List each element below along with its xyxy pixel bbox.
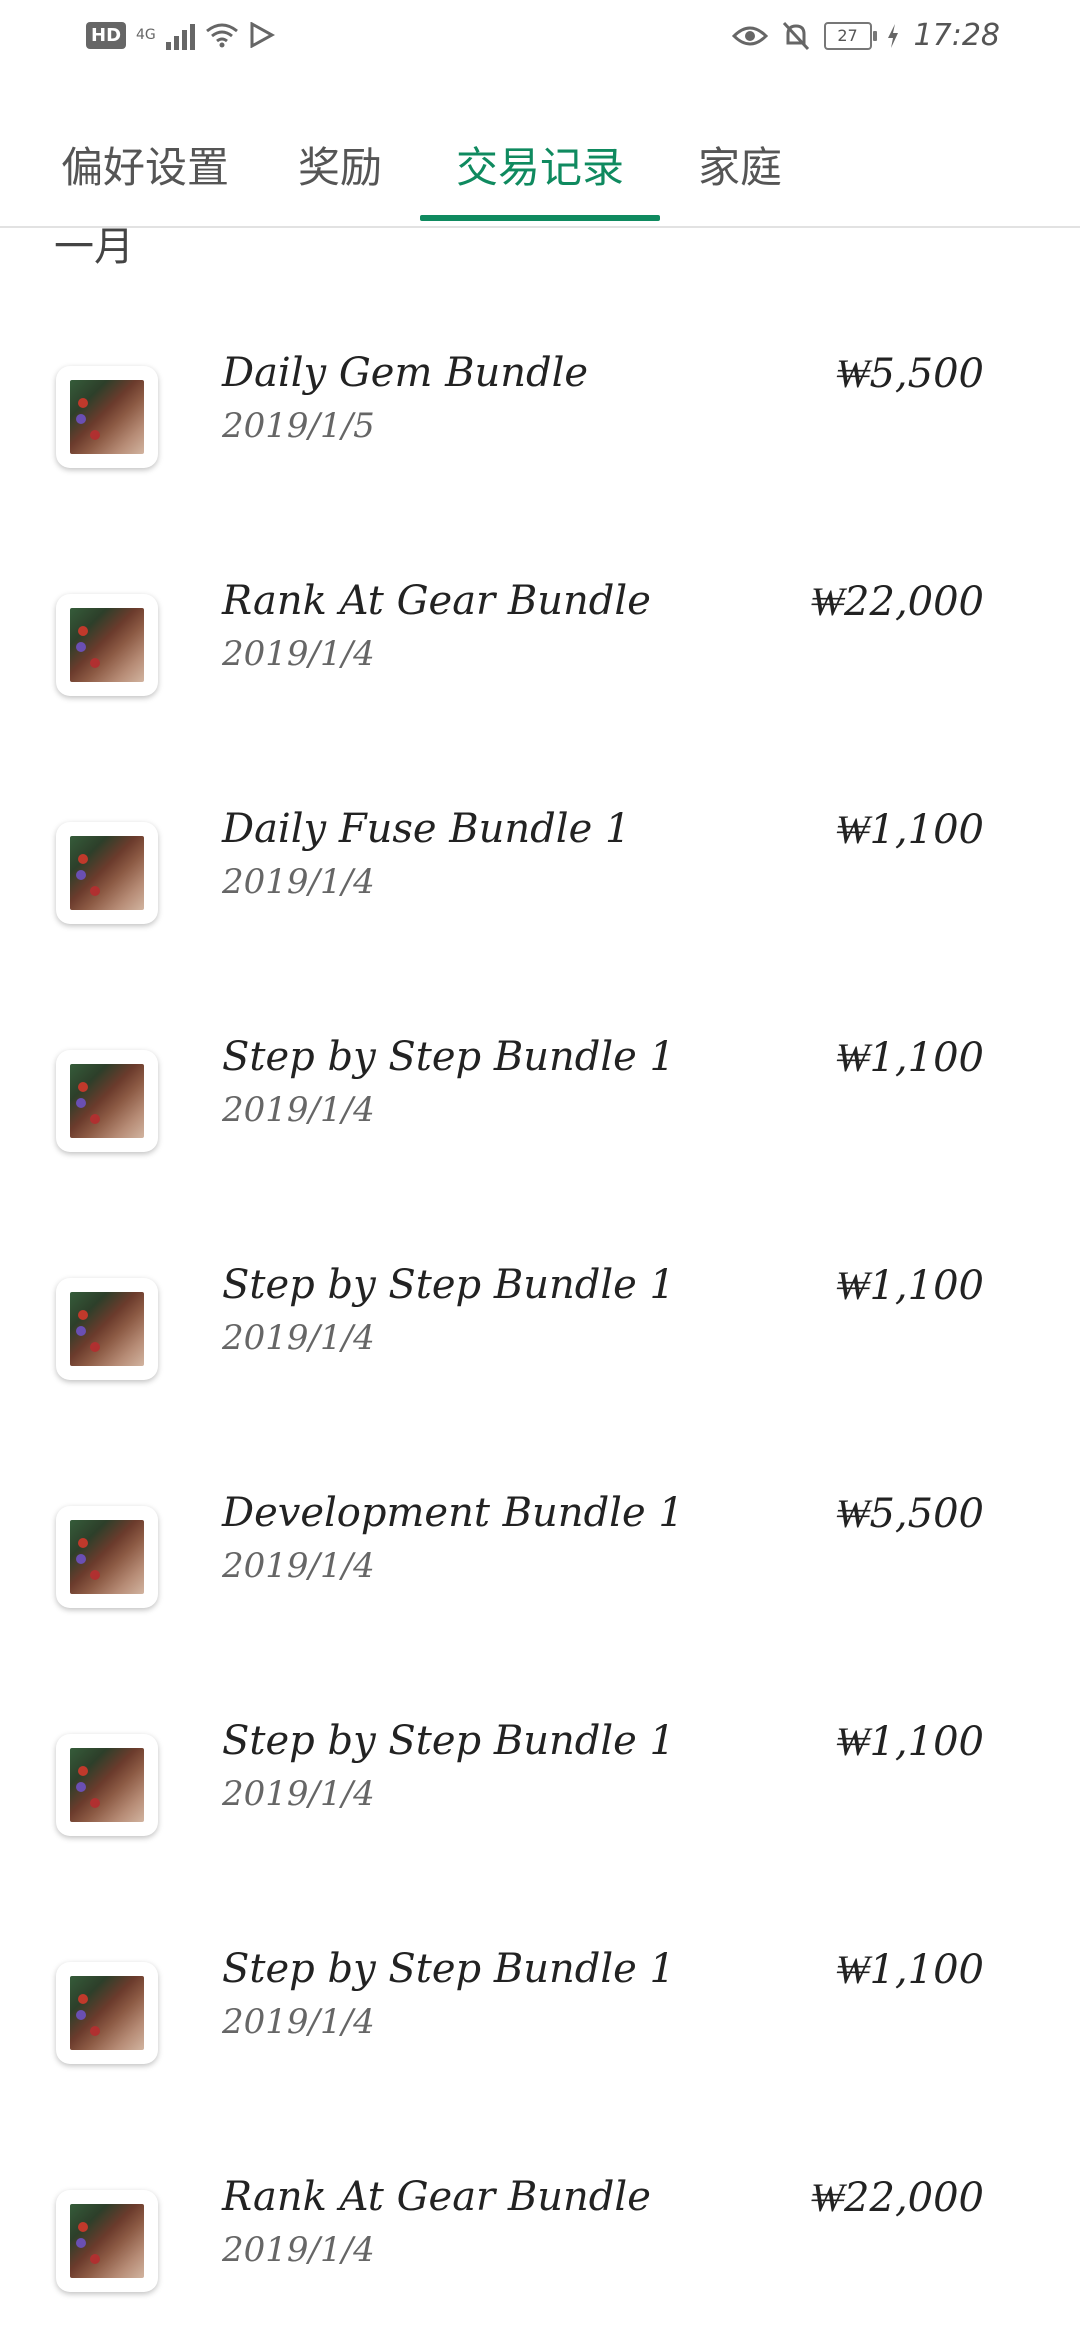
battery-level: 27 xyxy=(837,25,858,45)
transaction-date: 2019/1/4 xyxy=(222,1774,375,1814)
transaction-price: ₩1,100 xyxy=(836,1719,984,1765)
clock: 17:28 xyxy=(913,18,1000,53)
active-tab-indicator xyxy=(420,215,660,221)
charging-icon xyxy=(887,23,898,48)
status-right: 27 17:28 xyxy=(731,18,1000,53)
app-thumbnail xyxy=(70,380,144,454)
tab-label: 交易记录 xyxy=(455,143,624,192)
eye-icon xyxy=(731,26,768,45)
transaction-row[interactable]: Step by Step Bundle 1 2019/1/4 ₩1,100 xyxy=(0,1668,1080,1896)
wifi-icon xyxy=(205,23,238,48)
transaction-row[interactable]: Daily Gem Bundle 2019/1/5 ₩5,500 xyxy=(0,300,1080,528)
transaction-row[interactable]: Step by Step Bundle 1 2019/1/4 ₩1,100 xyxy=(0,1212,1080,1440)
transaction-row[interactable]: Development Bundle 1 2019/1/4 ₩5,500 xyxy=(0,1440,1080,1668)
transaction-date: 2019/1/5 xyxy=(222,406,375,446)
transaction-price: ₩22,000 xyxy=(810,579,984,625)
transaction-title: Rank At Gear Bundle xyxy=(222,2174,651,2220)
status-left: HD 4G xyxy=(86,20,275,50)
app-icon xyxy=(56,1734,158,1836)
app-thumbnail xyxy=(70,608,144,682)
app-icon xyxy=(56,1050,158,1152)
app-icon xyxy=(56,1962,158,2064)
tab-label: 偏好设置 xyxy=(60,143,229,192)
battery-icon: 27 xyxy=(823,21,877,50)
tab-label: 家庭 xyxy=(697,143,782,192)
tab-preferences[interactable]: 偏好设置 xyxy=(40,120,250,226)
play-store-icon xyxy=(250,22,275,48)
tab-label: 奖励 xyxy=(297,143,382,192)
signal-icon xyxy=(165,20,195,50)
app-icon xyxy=(56,594,158,696)
app-icon xyxy=(56,1506,158,1608)
transaction-row[interactable]: Rank At Gear Bundle 2019/1/4 ₩22,000 xyxy=(0,528,1080,756)
transaction-price: ₩5,500 xyxy=(836,351,984,397)
transaction-title: Step by Step Bundle 1 xyxy=(222,1718,676,1764)
network-type: 4G xyxy=(136,27,156,43)
transaction-row[interactable]: Rank At Gear Bundle 2019/1/4 ₩22,000 xyxy=(0,2124,1080,2352)
tab-bar: 偏好设置 奖励 交易记录 家庭 xyxy=(0,110,1080,228)
transaction-date: 2019/1/4 xyxy=(222,634,375,674)
transaction-title: Step by Step Bundle 1 xyxy=(222,1946,676,1992)
mute-bell-icon xyxy=(782,21,809,50)
transaction-date: 2019/1/4 xyxy=(222,1318,375,1358)
app-icon xyxy=(56,822,158,924)
transaction-price: ₩5,500 xyxy=(836,1491,984,1537)
transaction-date: 2019/1/4 xyxy=(222,2002,375,2042)
transaction-title: Daily Fuse Bundle 1 xyxy=(222,806,631,852)
tab-transactions[interactable]: 交易记录 xyxy=(420,120,660,226)
transaction-date: 2019/1/4 xyxy=(222,862,375,902)
month-section-label: 一月 xyxy=(54,224,134,270)
app-icon xyxy=(56,2190,158,2292)
app-thumbnail xyxy=(70,1520,144,1594)
transaction-title: Rank At Gear Bundle xyxy=(222,578,651,624)
transaction-date: 2019/1/4 xyxy=(222,1546,375,1586)
transaction-price: ₩22,000 xyxy=(810,2175,984,2221)
hd-indicator: HD xyxy=(86,21,127,49)
app-icon xyxy=(56,1278,158,1380)
transaction-title: Development Bundle 1 xyxy=(222,1490,684,1536)
tab-rewards[interactable]: 奖励 xyxy=(280,120,400,226)
transaction-list: Daily Gem Bundle 2019/1/5 ₩5,500 Rank At… xyxy=(0,300,1080,2352)
transaction-date: 2019/1/4 xyxy=(222,2230,375,2270)
transaction-price: ₩1,100 xyxy=(836,1035,984,1081)
tab-family[interactable]: 家庭 xyxy=(680,120,800,226)
transaction-price: ₩1,100 xyxy=(836,1947,984,1993)
transaction-price: ₩1,100 xyxy=(836,1263,984,1309)
transaction-title: Daily Gem Bundle xyxy=(222,350,589,396)
transaction-row[interactable]: Daily Fuse Bundle 1 2019/1/4 ₩1,100 xyxy=(0,756,1080,984)
transaction-price: ₩1,100 xyxy=(836,807,984,853)
transaction-title: Step by Step Bundle 1 xyxy=(222,1034,676,1080)
status-bar: HD 4G 27 17:28 xyxy=(0,0,1080,80)
app-thumbnail xyxy=(70,1748,144,1822)
transaction-date: 2019/1/4 xyxy=(222,1090,375,1130)
transaction-row[interactable]: Step by Step Bundle 1 2019/1/4 ₩1,100 xyxy=(0,984,1080,1212)
app-icon xyxy=(56,366,158,468)
app-thumbnail xyxy=(70,836,144,910)
app-thumbnail xyxy=(70,1064,144,1138)
app-thumbnail xyxy=(70,1976,144,2050)
app-thumbnail xyxy=(70,1292,144,1366)
transaction-row[interactable]: Step by Step Bundle 1 2019/1/4 ₩1,100 xyxy=(0,1896,1080,2124)
app-thumbnail xyxy=(70,2204,144,2278)
transaction-title: Step by Step Bundle 1 xyxy=(222,1262,676,1308)
